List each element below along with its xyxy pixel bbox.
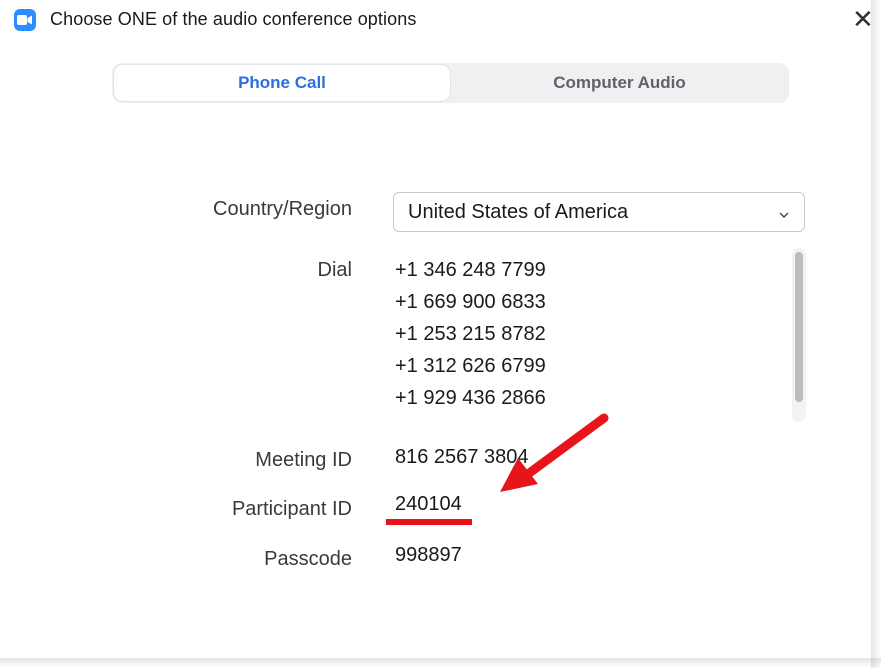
tab-phone-call[interactable]: Phone Call xyxy=(114,65,450,101)
country-region-value: United States of America xyxy=(408,201,629,223)
dial-list-scrollbar[interactable] xyxy=(792,248,806,422)
audio-options-dialog: Choose ONE of the audio conference optio… xyxy=(0,0,874,658)
scrollbar-thumb[interactable] xyxy=(795,252,803,402)
passcode-value: 998897 xyxy=(395,544,462,566)
window-shadow-right xyxy=(871,0,881,668)
dial-number-list: +1 346 248 7799 +1 669 900 6833 +1 253 2… xyxy=(395,254,775,414)
meeting-id-value: 816 2567 3804 xyxy=(395,446,529,468)
annotation-underline xyxy=(386,519,472,525)
zoom-camera-icon xyxy=(14,9,36,31)
dial-number: +1 312 626 6799 xyxy=(395,355,546,377)
dial-number: +1 253 215 8782 xyxy=(395,323,546,345)
dial-number: +1 929 436 2866 xyxy=(395,387,546,409)
chevron-down-icon xyxy=(778,206,790,224)
passcode-label: Passcode xyxy=(264,548,352,570)
close-icon[interactable]: ✕ xyxy=(852,4,881,34)
participant-id-value: 240104 xyxy=(395,493,462,515)
participant-id-label: Participant ID xyxy=(231,498,352,520)
dialog-title: Choose ONE of the audio conference optio… xyxy=(50,9,417,29)
dial-number: +1 669 900 6833 xyxy=(395,291,546,313)
country-region-select[interactable]: United States of America xyxy=(393,192,805,232)
audio-mode-tabs: Phone Call Computer Audio xyxy=(112,63,789,103)
title-bar: Choose ONE of the audio conference optio… xyxy=(0,0,874,40)
dial-label: Dial xyxy=(317,259,352,281)
window-shadow-bottom xyxy=(0,658,881,668)
dial-number: +1 346 248 7799 xyxy=(395,259,546,281)
meeting-id-label: Meeting ID xyxy=(255,449,352,471)
country-region-label: Country/Region xyxy=(213,198,352,220)
tab-computer-audio[interactable]: Computer Audio xyxy=(450,63,789,103)
